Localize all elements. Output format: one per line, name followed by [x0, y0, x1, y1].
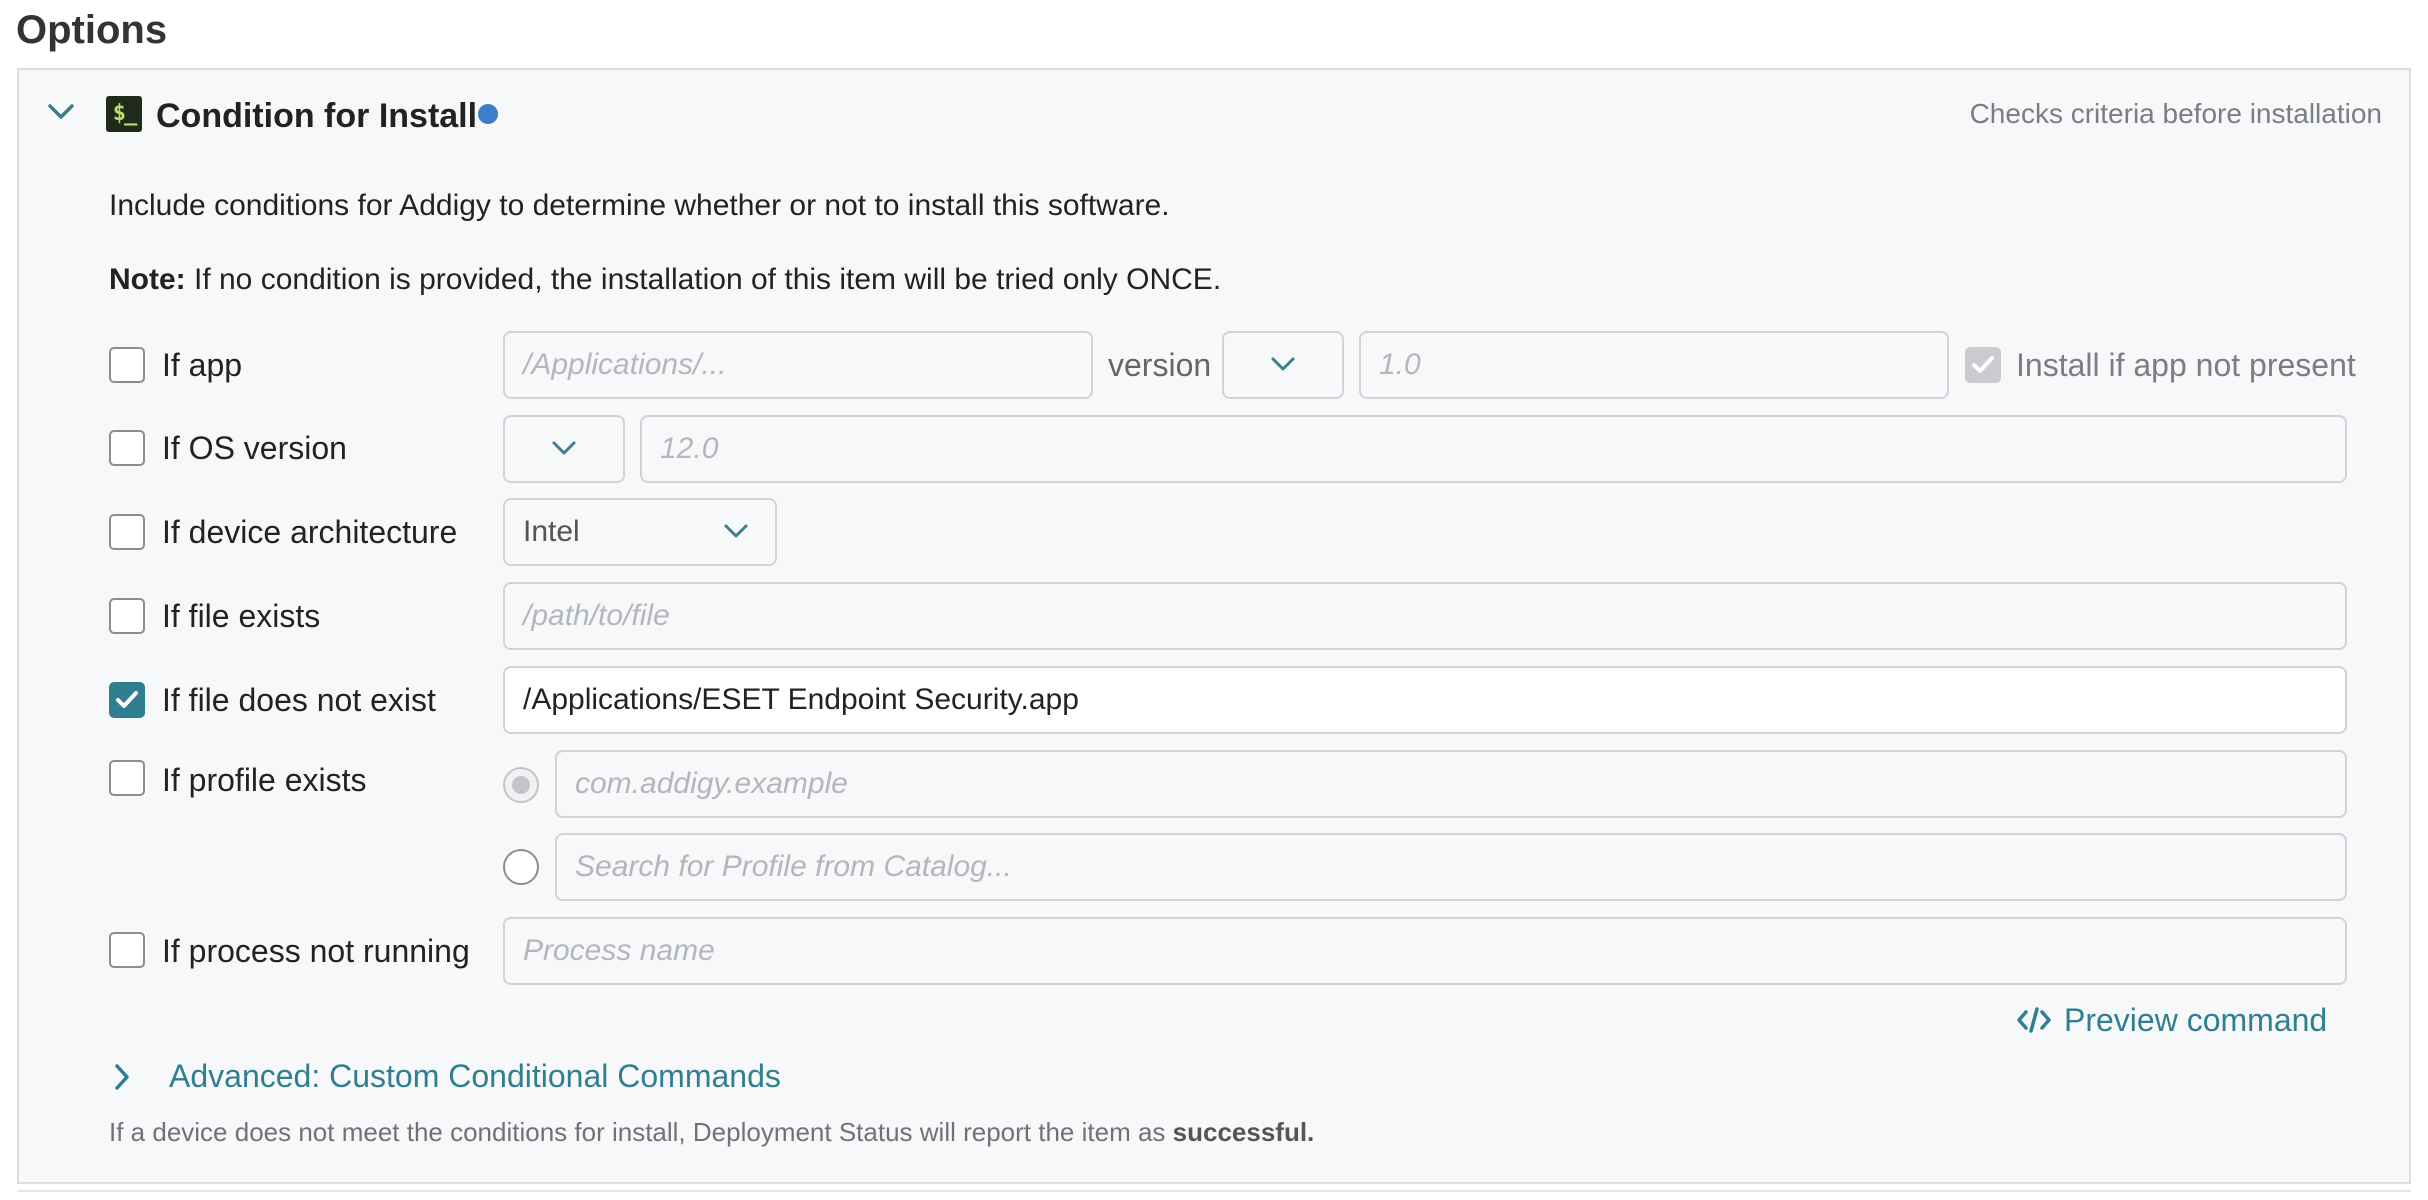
status-dot-icon: [478, 104, 498, 124]
chevron-down-icon: [552, 441, 576, 455]
version-operator-select[interactable]: [1222, 331, 1344, 399]
section-title[interactable]: Condition for Install: [156, 94, 477, 138]
if-app-checkbox[interactable]: [109, 347, 145, 383]
version-label: version: [1108, 347, 1212, 383]
terminal-icon: $_: [106, 96, 142, 132]
profile-catalog-radio[interactable]: [503, 849, 539, 885]
advanced-commands-link[interactable]: Advanced: Custom Conditional Commands: [169, 1056, 781, 1096]
checkmark-icon: [1972, 356, 1994, 373]
if-device-architecture-checkbox[interactable]: [109, 514, 145, 550]
divider: [17, 1190, 2411, 1192]
if-file-exists-checkbox[interactable]: [109, 598, 145, 634]
file-not-exist-input[interactable]: /Applications/ESET Endpoint Security.app: [503, 666, 2347, 734]
if-file-exists-label: If file exists: [162, 598, 321, 634]
chevron-down-icon: [724, 524, 748, 538]
if-file-not-exist-checkbox[interactable]: [109, 682, 145, 718]
if-os-version-checkbox[interactable]: [109, 430, 145, 466]
app-version-input[interactable]: 1.0: [1359, 331, 1949, 399]
install-if-missing-label: Install if app not present: [2016, 347, 2356, 383]
os-operator-select[interactable]: [503, 415, 625, 483]
options-heading: Options: [16, 8, 168, 52]
architecture-selected-value: Intel: [523, 515, 580, 548]
collapse-chevron-icon[interactable]: [46, 102, 76, 126]
chevron-down-icon: [1271, 357, 1295, 371]
architecture-select[interactable]: Intel: [503, 498, 777, 566]
if-os-version-label: If OS version: [162, 430, 347, 466]
profile-identifier-input[interactable]: com.addigy.example: [555, 750, 2347, 818]
intro-text: Include conditions for Addigy to determi…: [109, 189, 1170, 222]
note-label: Note:: [109, 263, 186, 296]
install-if-missing-checkbox[interactable]: [1965, 347, 2001, 383]
if-profile-exists-label: If profile exists: [162, 762, 367, 798]
footer-note-text: If a device does not meet the conditions…: [109, 1117, 1173, 1147]
file-exists-input[interactable]: /path/to/file: [503, 582, 2347, 650]
process-name-input[interactable]: Process name: [503, 917, 2347, 985]
os-version-input[interactable]: 12.0: [640, 415, 2347, 483]
section-description: Checks criteria before installation: [1969, 98, 2382, 129]
if-app-label: If app: [162, 347, 243, 383]
profile-catalog-search-input[interactable]: Search for Profile from Catalog...: [555, 833, 2347, 901]
preview-command-button[interactable]: Preview command: [2016, 1000, 2327, 1040]
footer-note: If a device does not meet the conditions…: [109, 1115, 1314, 1149]
chevron-right-icon[interactable]: [112, 1062, 136, 1092]
note-body: If no condition is provided, the install…: [185, 263, 1222, 296]
preview-command-label: Preview command: [2064, 1002, 2328, 1038]
footer-note-emphasis: successful.: [1172, 1117, 1315, 1147]
if-process-not-running-checkbox[interactable]: [109, 932, 145, 968]
checkmark-icon: [116, 691, 138, 708]
profile-identifier-radio[interactable]: [503, 767, 539, 803]
code-icon: [2017, 1007, 2051, 1033]
if-device-architecture-label: If device architecture: [162, 514, 458, 550]
if-profile-exists-checkbox[interactable]: [109, 760, 145, 796]
if-file-not-exist-label: If file does not exist: [162, 682, 436, 718]
note-text: Note: If no condition is provided, the i…: [109, 260, 1221, 300]
if-process-not-running-label: If process not running: [162, 933, 470, 969]
app-path-input[interactable]: /Applications/...: [503, 331, 1093, 399]
